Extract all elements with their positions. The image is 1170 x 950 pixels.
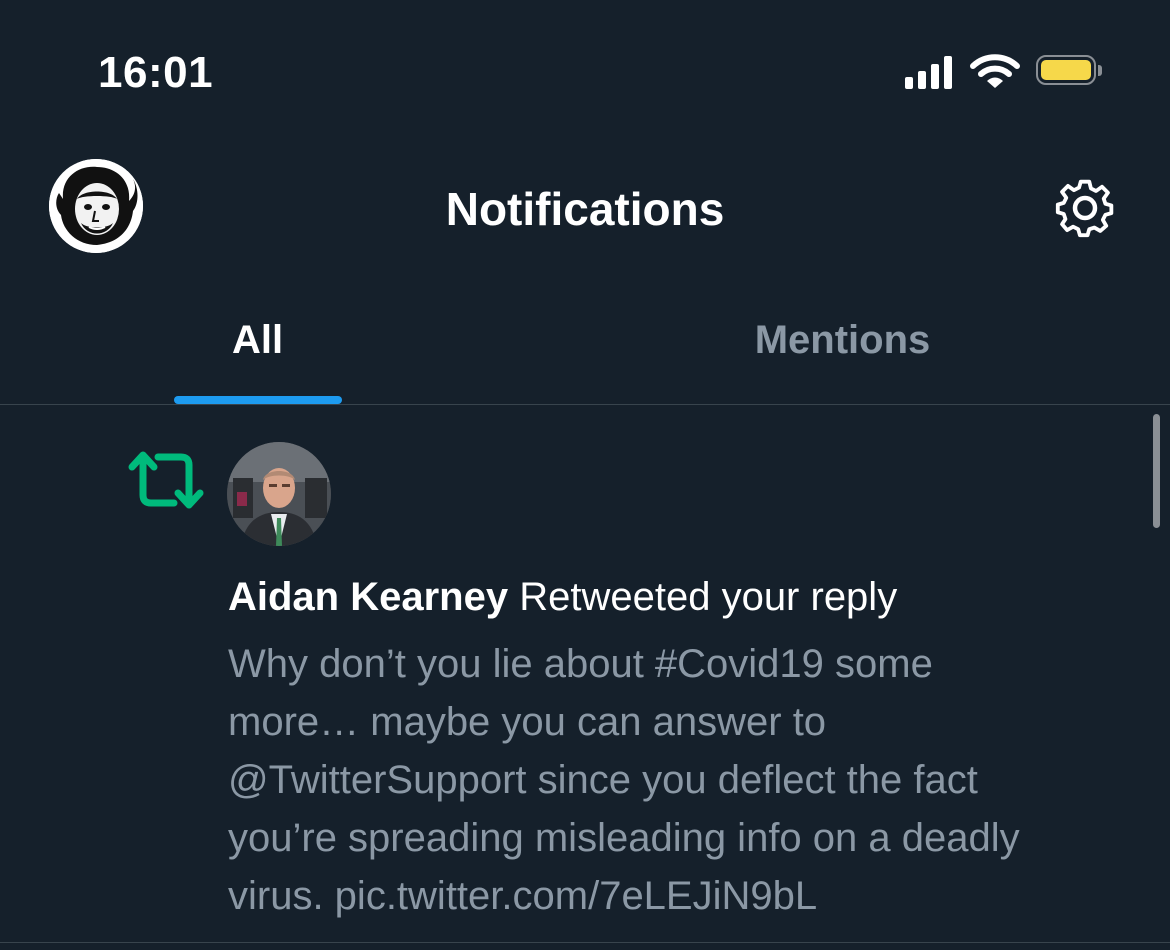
notification-tabs: All Mentions bbox=[0, 300, 1170, 404]
battery-icon bbox=[1036, 55, 1102, 89]
retweet-icon bbox=[128, 451, 204, 509]
notification-action: Retweeted your reply bbox=[508, 575, 898, 619]
tweet-line: you’re spreading misleading info on a de… bbox=[228, 816, 1020, 860]
user-name[interactable]: Aidan Kearney bbox=[228, 575, 508, 619]
tweet-line: Why don’t you lie about #Covid19 some bbox=[228, 642, 933, 686]
tweet-line: more… maybe you can answer to bbox=[228, 700, 827, 744]
status-time: 16:01 bbox=[98, 48, 214, 97]
active-tab-indicator bbox=[174, 396, 342, 404]
cellular-signal-icon bbox=[905, 55, 952, 89]
notification-item[interactable]: Aidan Kearney Retweeted your reply Why d… bbox=[0, 405, 1170, 950]
tweet-line: virus. pic.twitter.com/7eLEJiN9bL bbox=[228, 874, 818, 918]
notification-headline: Aidan Kearney Retweeted your reply bbox=[228, 573, 897, 621]
tweet-line: @TwitterSupport since you deflect the fa… bbox=[228, 758, 978, 802]
status-icons bbox=[905, 54, 1102, 90]
settings-gear-icon[interactable] bbox=[1052, 175, 1118, 241]
tweet-text[interactable]: Why don’t you lie about #Covid19 some mo… bbox=[228, 635, 1128, 925]
user-avatar[interactable] bbox=[227, 442, 331, 546]
page-title: Notifications bbox=[445, 183, 725, 235]
tab-mentions[interactable]: Mentions bbox=[515, 300, 1170, 404]
wifi-icon bbox=[970, 54, 1020, 88]
notification-divider bbox=[0, 942, 1170, 943]
tab-all[interactable]: All bbox=[0, 300, 515, 404]
